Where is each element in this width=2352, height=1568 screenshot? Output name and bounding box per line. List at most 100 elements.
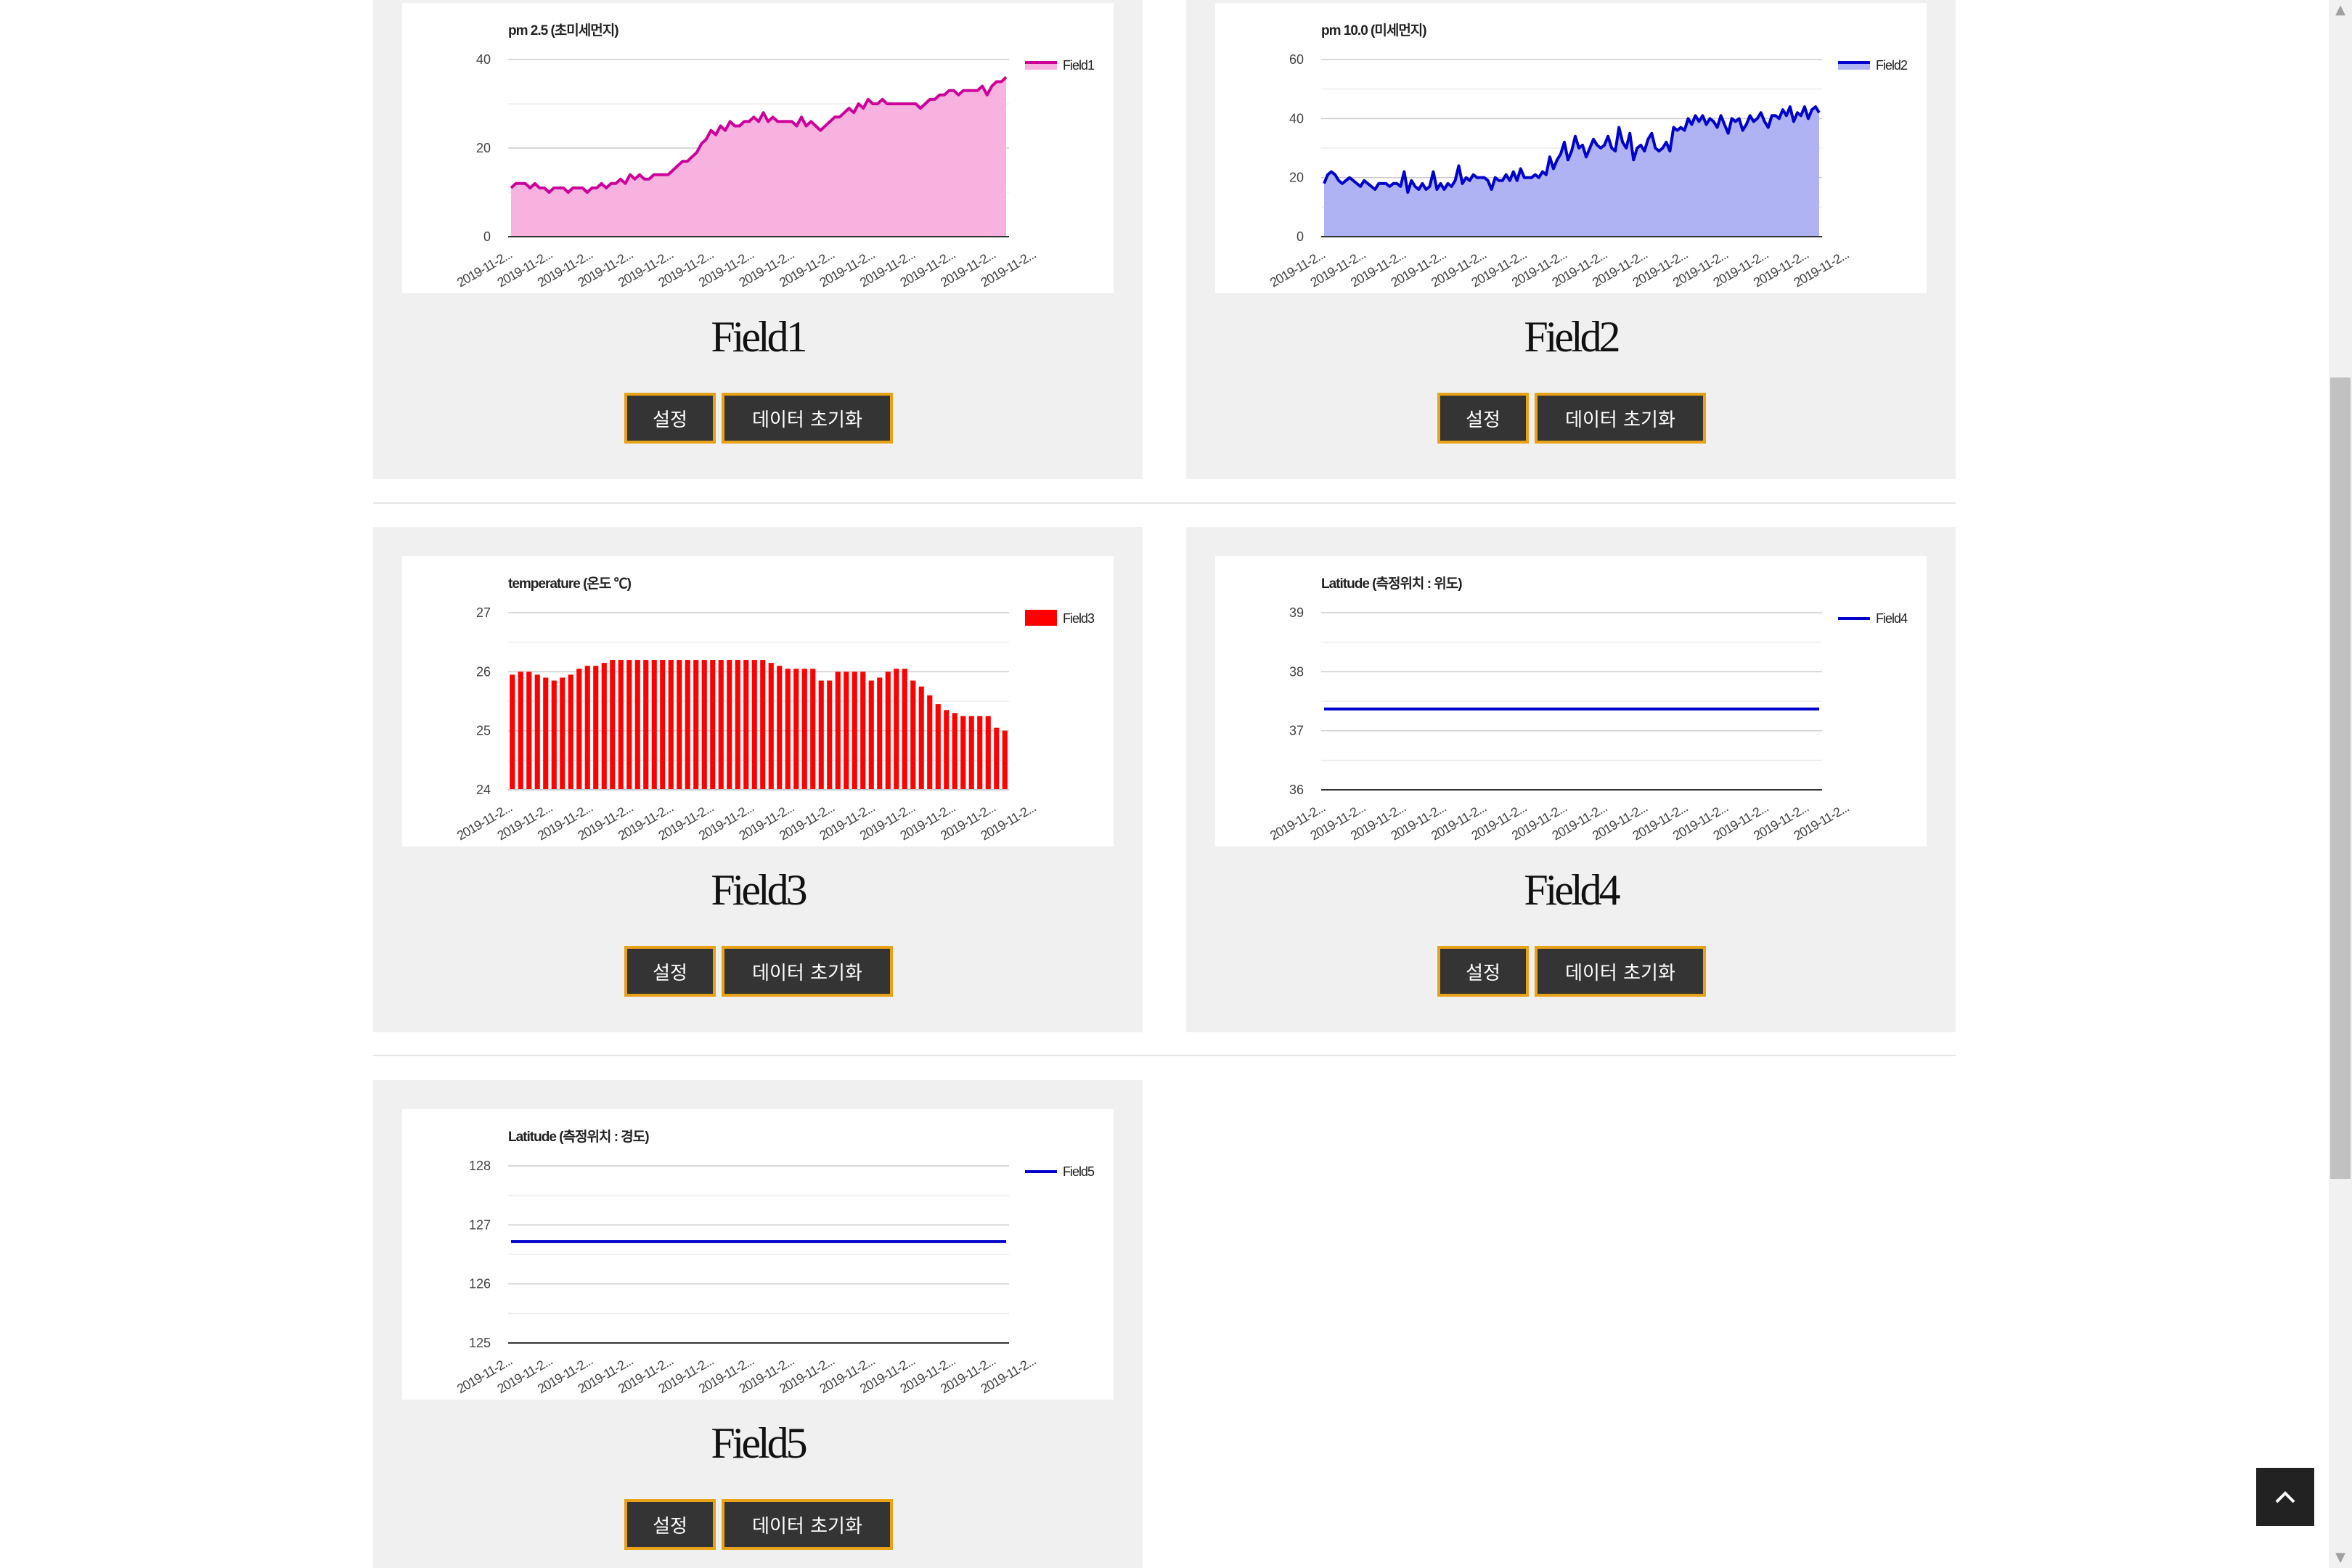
bar	[534, 674, 540, 790]
field-card-4: Latitude (측정위치 : 위도) 36 37 38 39 2019-11-2...…	[1186, 527, 1956, 1032]
bar	[685, 660, 690, 790]
bar	[568, 674, 573, 790]
bar	[793, 669, 799, 790]
bar	[944, 710, 950, 790]
bar	[634, 660, 640, 790]
field-title: Field1	[711, 313, 807, 361]
field-title: Field5	[711, 1419, 807, 1467]
bar	[710, 660, 716, 790]
chart-title: Latitude (측정위치 : 위도)	[1321, 576, 1462, 592]
field-card-2: pm 10.0 (미세먼지) 0 20 40 60 2019-11-2... 2019-11…	[1186, 0, 1956, 479]
bar	[643, 660, 649, 790]
legend-label: Field2	[1876, 58, 1908, 73]
legend-label: Field3	[1063, 611, 1095, 626]
bar	[1002, 730, 1008, 790]
reset-data-button[interactable]: 데이터 초기화	[722, 393, 893, 444]
settings-button[interactable]: 설정	[1437, 393, 1529, 444]
bar	[868, 680, 874, 790]
y-tick-label: 40	[1289, 111, 1304, 126]
bar	[818, 680, 824, 790]
chart-title: temperature (온도 ℃)	[508, 576, 632, 592]
y-tick-label: 0	[483, 229, 491, 244]
bar	[743, 660, 749, 790]
legend-swatch	[1025, 610, 1057, 626]
bar	[977, 716, 983, 790]
bar	[885, 671, 891, 790]
bar	[543, 677, 549, 790]
y-tick-label: 39	[1289, 605, 1304, 620]
reset-data-button[interactable]: 데이터 초기화	[1535, 393, 1706, 444]
bar	[844, 671, 849, 790]
chart-field1: pm 2.5 (초미세먼지) 0 20 40 2019-11-2... 2019-11-2…	[402, 3, 1114, 293]
bar	[760, 660, 766, 790]
bar	[810, 669, 816, 790]
bar	[894, 669, 899, 790]
settings-button[interactable]: 설정	[1437, 946, 1529, 997]
bar	[902, 669, 907, 790]
bar	[593, 666, 599, 790]
bar	[526, 671, 532, 790]
chart-field5: Latitude (측정위치 : 경도) 125 126 127 128 2019-11-…	[402, 1109, 1114, 1400]
chart-title: pm 2.5 (초미세먼지)	[508, 23, 618, 38]
scroll-up-arrow-icon[interactable]: ▲	[2329, 0, 2352, 20]
chevron-up-icon	[2275, 1491, 2295, 1503]
bar	[618, 660, 624, 790]
y-tick-label: 27	[476, 605, 491, 620]
y-tick-label: 20	[476, 141, 491, 155]
y-tick-label: 26	[476, 664, 491, 679]
bar	[701, 660, 707, 790]
bar	[827, 680, 833, 790]
settings-button[interactable]: 설정	[624, 393, 716, 444]
bar	[601, 663, 607, 790]
bar	[560, 677, 565, 790]
bar	[801, 669, 807, 790]
reset-data-button[interactable]: 데이터 초기화	[722, 946, 893, 997]
reset-data-button[interactable]: 데이터 초기화	[1535, 946, 1706, 997]
bar	[935, 704, 941, 790]
y-tick-label: 38	[1289, 664, 1304, 679]
y-tick-label: 125	[469, 1336, 491, 1350]
bar	[610, 660, 616, 790]
scroll-to-top-button[interactable]	[2256, 1468, 2314, 1526]
bar	[626, 660, 632, 790]
bar	[768, 663, 774, 790]
bar	[651, 660, 657, 790]
bar	[584, 666, 590, 790]
chart-title: Latitude (측정위치 : 경도)	[508, 1129, 649, 1145]
scroll-down-arrow-icon[interactable]: ▼	[2329, 1548, 2352, 1568]
bar	[735, 660, 740, 790]
field-card-3: temperature (온도 ℃) 24 25 26 27 2019-11-2... 20…	[373, 527, 1143, 1032]
bar	[927, 695, 933, 790]
y-tick-label: 60	[1289, 52, 1304, 67]
y-tick-label: 36	[1289, 783, 1304, 797]
scrollbar-thumb[interactable]	[2330, 377, 2351, 1179]
bar	[835, 671, 841, 790]
legend-label: Field5	[1063, 1164, 1095, 1179]
bar	[877, 677, 883, 790]
field-card-1: pm 2.5 (초미세먼지) 0 20 40 2019-11-2... 2019-11-2…	[373, 0, 1143, 479]
bar	[677, 660, 682, 790]
chart-field4: Latitude (측정위치 : 위도) 36 37 38 39 2019-11-2...…	[1215, 556, 1927, 846]
bar	[968, 716, 974, 790]
bar	[718, 660, 724, 790]
bar	[860, 671, 866, 790]
y-tick-label: 37	[1289, 724, 1304, 738]
reset-data-button[interactable]: 데이터 초기화	[722, 1499, 893, 1550]
y-tick-label: 40	[476, 52, 491, 67]
series-area	[511, 77, 1006, 237]
field-title: Field3	[711, 866, 807, 914]
section-divider	[373, 1055, 1956, 1056]
bar	[751, 660, 757, 790]
section-divider	[373, 502, 1956, 504]
settings-button[interactable]: 설정	[624, 1499, 716, 1550]
bar	[727, 660, 732, 790]
y-tick-label: 24	[476, 783, 491, 797]
bar	[985, 716, 991, 790]
chart-field2: pm 10.0 (미세먼지) 0 20 40 60 2019-11-2... 2019-11…	[1215, 3, 1927, 293]
settings-button[interactable]: 설정	[624, 946, 716, 997]
bar	[518, 671, 523, 790]
legend-label: Field4	[1876, 611, 1908, 626]
bar	[952, 713, 957, 790]
bar	[785, 669, 791, 790]
field-card-5: Latitude (측정위치 : 경도) 125 126 127 128 2019-11-…	[373, 1080, 1143, 1568]
